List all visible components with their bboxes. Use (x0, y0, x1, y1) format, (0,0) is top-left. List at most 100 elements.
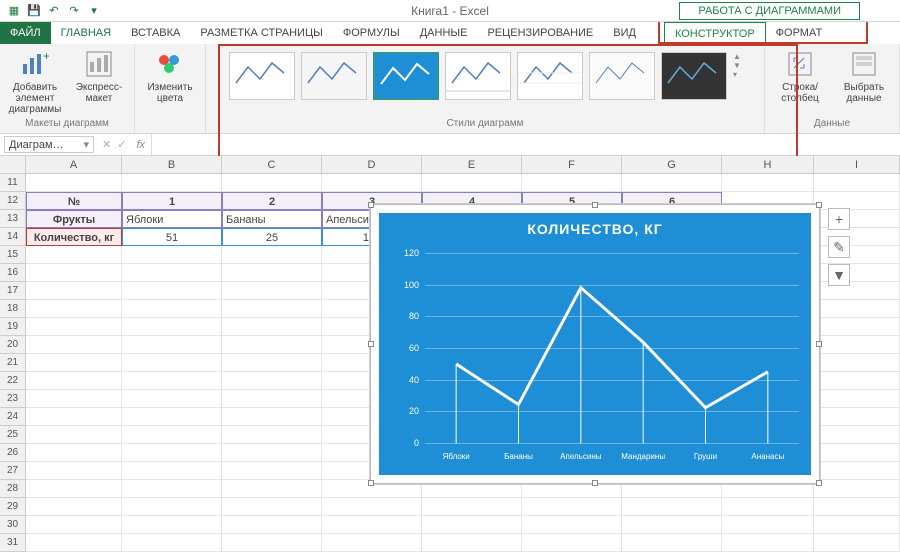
cell-C13[interactable]: Бананы (222, 210, 322, 228)
row-header-25[interactable]: 25 (0, 426, 26, 444)
row-header-20[interactable]: 20 (0, 336, 26, 354)
cell-I15[interactable] (814, 246, 900, 264)
cell-I29[interactable] (814, 498, 900, 516)
col-header-F[interactable]: F (522, 156, 622, 174)
cell-C30[interactable] (222, 516, 322, 534)
cell-C17[interactable] (222, 282, 322, 300)
cell-I17[interactable] (814, 282, 900, 300)
col-header-A[interactable]: A (26, 156, 122, 174)
row-header-29[interactable]: 29 (0, 498, 26, 516)
cell-C25[interactable] (222, 426, 322, 444)
chart-styles-button[interactable]: ✎ (828, 236, 850, 258)
col-header-C[interactable]: C (222, 156, 322, 174)
tab-formulas[interactable]: ФОРМУЛЫ (333, 22, 410, 44)
cell-C11[interactable] (222, 174, 322, 192)
cell-A12[interactable]: № (26, 192, 122, 210)
row-header-13[interactable]: 13 (0, 210, 26, 228)
name-box[interactable]: Диаграм… ▾ (4, 136, 94, 153)
col-header-B[interactable]: B (122, 156, 222, 174)
col-header-G[interactable]: G (622, 156, 722, 174)
cell-A19[interactable] (26, 318, 122, 336)
cell-C15[interactable] (222, 246, 322, 264)
cell-I12[interactable] (814, 192, 900, 210)
cell-F11[interactable] (522, 174, 622, 192)
cell-C31[interactable] (222, 534, 322, 552)
cell-G30[interactable] (622, 516, 722, 534)
qat-more-icon[interactable]: ▾ (86, 3, 102, 19)
resize-handle-n[interactable] (592, 202, 598, 208)
name-box-dropdown-icon[interactable]: ▾ (83, 138, 89, 151)
cell-A14[interactable]: Количество, кг (26, 228, 122, 246)
cell-A16[interactable] (26, 264, 122, 282)
cell-H31[interactable] (722, 534, 814, 552)
tab-view[interactable]: ВИД (603, 22, 646, 44)
tab-data[interactable]: ДАННЫЕ (410, 22, 478, 44)
cell-B16[interactable] (122, 264, 222, 282)
cell-I16[interactable] (814, 264, 900, 282)
cell-B18[interactable] (122, 300, 222, 318)
tab-home[interactable]: ГЛАВНАЯ (51, 22, 121, 44)
tab-chart-format[interactable]: ФОРМАТ (766, 22, 833, 44)
tab-review[interactable]: РЕЦЕНЗИРОВАНИЕ (477, 22, 603, 44)
cancel-icon[interactable]: ✕ (102, 138, 111, 151)
switch-row-column-button[interactable]: Строка/столбец (771, 48, 829, 104)
cell-I31[interactable] (814, 534, 900, 552)
cell-I21[interactable] (814, 354, 900, 372)
cell-E31[interactable] (422, 534, 522, 552)
cell-B15[interactable] (122, 246, 222, 264)
cell-B24[interactable] (122, 408, 222, 426)
cell-A29[interactable] (26, 498, 122, 516)
cell-A23[interactable] (26, 390, 122, 408)
row-header-30[interactable]: 30 (0, 516, 26, 534)
cell-B25[interactable] (122, 426, 222, 444)
tab-file[interactable]: ФАЙЛ (0, 22, 51, 44)
add-chart-element-button[interactable]: + Добавить элемент диаграммы (6, 48, 64, 115)
cell-I20[interactable] (814, 336, 900, 354)
formula-input[interactable] (151, 134, 900, 155)
cell-A22[interactable] (26, 372, 122, 390)
cell-B13[interactable]: Яблоки (122, 210, 222, 228)
cell-B26[interactable] (122, 444, 222, 462)
row-header-23[interactable]: 23 (0, 390, 26, 408)
chart-elements-button[interactable]: + (828, 208, 850, 230)
cell-A17[interactable] (26, 282, 122, 300)
cell-I23[interactable] (814, 390, 900, 408)
cell-I25[interactable] (814, 426, 900, 444)
cell-A24[interactable] (26, 408, 122, 426)
cell-C28[interactable] (222, 480, 322, 498)
save-icon[interactable]: 💾 (26, 3, 42, 19)
cell-A18[interactable] (26, 300, 122, 318)
col-header-H[interactable]: H (722, 156, 814, 174)
row-header-21[interactable]: 21 (0, 354, 26, 372)
row-header-27[interactable]: 27 (0, 462, 26, 480)
row-header-19[interactable]: 19 (0, 318, 26, 336)
cell-B12[interactable]: 1 (122, 192, 222, 210)
cell-C18[interactable] (222, 300, 322, 318)
cell-C16[interactable] (222, 264, 322, 282)
style-gallery-more[interactable]: ▲▼▾ (733, 52, 741, 79)
cell-B11[interactable] (122, 174, 222, 192)
row-header-15[interactable]: 15 (0, 246, 26, 264)
cell-A15[interactable] (26, 246, 122, 264)
cell-I24[interactable] (814, 408, 900, 426)
cell-A31[interactable] (26, 534, 122, 552)
cell-F29[interactable] (522, 498, 622, 516)
cell-A30[interactable] (26, 516, 122, 534)
cell-I26[interactable] (814, 444, 900, 462)
row-header-18[interactable]: 18 (0, 300, 26, 318)
cell-A20[interactable] (26, 336, 122, 354)
tab-chart-design[interactable]: КОНСТРУКТОР (664, 22, 766, 44)
row-header-28[interactable]: 28 (0, 480, 26, 498)
cell-A11[interactable] (26, 174, 122, 192)
cell-A13[interactable]: Фрукты (26, 210, 122, 228)
cell-D11[interactable] (322, 174, 422, 192)
cell-I30[interactable] (814, 516, 900, 534)
chart-style-6[interactable] (589, 52, 655, 100)
cell-C14[interactable]: 25 (222, 228, 322, 246)
cell-C22[interactable] (222, 372, 322, 390)
resize-handle-e[interactable] (816, 341, 822, 347)
resize-handle-ne[interactable] (816, 202, 822, 208)
chart-style-5[interactable] (517, 52, 583, 100)
cell-I13[interactable] (814, 210, 900, 228)
redo-icon[interactable]: ↷ (66, 3, 82, 19)
